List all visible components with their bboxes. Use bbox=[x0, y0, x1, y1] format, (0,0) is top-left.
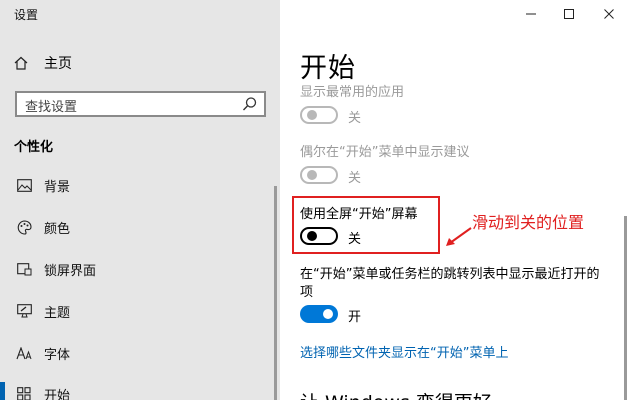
sidebar-item-fonts[interactable]: 字体 bbox=[14, 342, 70, 364]
toggle-state-suggestions: 关 bbox=[348, 171, 362, 186]
toggle-knob bbox=[307, 170, 317, 180]
minimize-icon bbox=[525, 5, 537, 24]
search-icon[interactable] bbox=[242, 96, 258, 116]
font-icon bbox=[14, 346, 34, 360]
active-indicator bbox=[0, 382, 5, 400]
close-icon bbox=[603, 5, 615, 24]
sidebar-item-label: 锁屏界面 bbox=[44, 263, 97, 279]
sidebar-item-label: 字体 bbox=[44, 347, 71, 363]
sidebar-item-lock-screen[interactable]: 锁屏界面 bbox=[14, 258, 96, 280]
theme-icon bbox=[14, 304, 34, 318]
sidebar-scrollbar[interactable] bbox=[274, 186, 277, 400]
home-icon bbox=[14, 56, 34, 70]
section-heading-make-windows-better: 让 Windows 变得更好 bbox=[300, 388, 492, 400]
setting-label-recent-items: 在“开始”菜单或任务栏的跳转列表中显示最近打开的 bbox=[300, 267, 600, 282]
sidebar: 设置 主页 查找设置 个性化 背景 颜色 锁屏界面 主题 字体 开始 bbox=[0, 0, 280, 400]
toggle-recent-items[interactable] bbox=[300, 305, 338, 323]
toggle-suggestions[interactable] bbox=[300, 166, 338, 184]
sidebar-item-background[interactable]: 背景 bbox=[14, 174, 70, 196]
page-title: 开始 bbox=[300, 53, 356, 84]
sidebar-item-home[interactable]: 主页 bbox=[14, 52, 72, 74]
toggle-knob bbox=[323, 309, 333, 319]
annotation-arrow-icon bbox=[446, 227, 472, 246]
setting-label-most-used: 显示最常用的应用 bbox=[300, 85, 405, 100]
maximize-icon bbox=[563, 5, 575, 24]
app-title: 设置 bbox=[14, 8, 39, 22]
search-placeholder: 查找设置 bbox=[25, 100, 78, 115]
sidebar-item-label: 颜色 bbox=[44, 221, 71, 237]
toggle-knob bbox=[307, 110, 317, 120]
sidebar-item-label: 主页 bbox=[44, 56, 72, 72]
sidebar-item-start[interactable]: 开始 bbox=[14, 383, 70, 400]
lock-screen-icon bbox=[14, 262, 34, 276]
main-scrollbar[interactable] bbox=[624, 216, 627, 400]
choose-folders-link[interactable]: 选择哪些文件夹显示在“开始”菜单上 bbox=[300, 342, 508, 361]
annotation-text: 滑动到关的位置 bbox=[472, 213, 585, 232]
search-input[interactable]: 查找设置 bbox=[15, 91, 266, 117]
sidebar-item-label: 开始 bbox=[44, 388, 71, 400]
section-title: 个性化 bbox=[14, 140, 54, 155]
sidebar-item-themes[interactable]: 主题 bbox=[14, 300, 70, 322]
toggle-state-most-used: 关 bbox=[348, 111, 362, 126]
picture-icon bbox=[14, 178, 34, 192]
setting-label-recent-items-cont: 项 bbox=[300, 285, 314, 300]
toggle-state-recent-items: 开 bbox=[348, 310, 362, 325]
start-icon bbox=[14, 387, 34, 400]
sidebar-item-label: 背景 bbox=[44, 179, 71, 195]
annotation-highlight-box bbox=[292, 196, 440, 254]
sidebar-item-colors[interactable]: 颜色 bbox=[14, 216, 70, 238]
palette-icon bbox=[14, 219, 34, 235]
setting-label-suggestions: 偶尔在“开始”菜单中显示建议 bbox=[300, 145, 470, 160]
sidebar-item-label: 主题 bbox=[44, 305, 71, 321]
toggle-most-used[interactable] bbox=[300, 106, 338, 124]
close-button[interactable] bbox=[586, 0, 629, 28]
